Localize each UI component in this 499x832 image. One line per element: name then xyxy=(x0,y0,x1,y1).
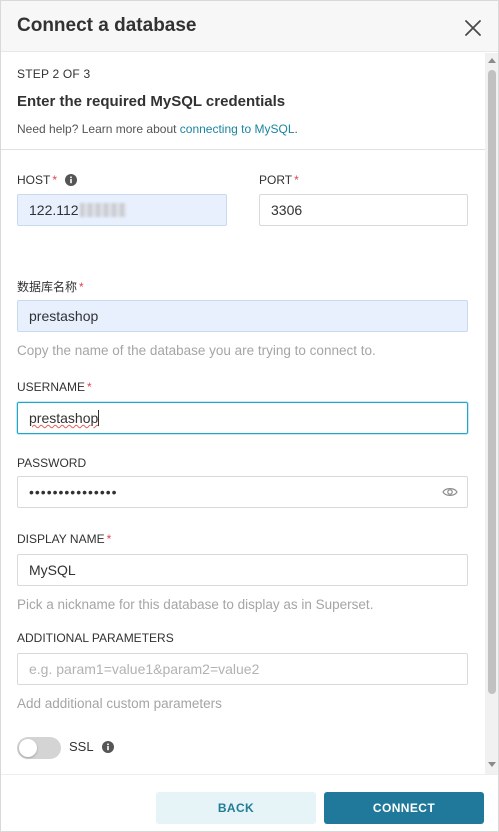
host-input[interactable]: 122.112 xyxy=(17,194,227,226)
display-name-label: DISPLAY NAME * xyxy=(17,532,111,546)
help-link[interactable]: connecting to MySQL xyxy=(180,122,295,136)
scrollbar[interactable] xyxy=(485,53,498,774)
username-label: USERNAME * xyxy=(17,380,92,394)
redacted-host xyxy=(79,203,126,217)
required-marker: * xyxy=(52,173,58,187)
scroll-thumb[interactable] xyxy=(488,70,496,694)
scroll-down-icon[interactable] xyxy=(488,762,496,767)
username-input[interactable]: prestashop xyxy=(17,402,468,434)
connect-database-modal: Connect a database STEP 2 OF 3 Enter the… xyxy=(0,0,499,832)
port-label: PORT * xyxy=(259,173,299,187)
port-input[interactable]: 3306 xyxy=(259,194,468,226)
database-name-hint: Copy the name of the database you are tr… xyxy=(17,343,376,358)
required-marker: * xyxy=(106,532,112,546)
connect-button[interactable]: CONNECT xyxy=(324,792,484,824)
modal-title: Connect a database xyxy=(17,15,197,36)
password-value: ••••••••••••••• xyxy=(29,484,118,500)
username-value: prestashop xyxy=(29,410,99,426)
back-button[interactable]: BACK xyxy=(156,792,316,824)
port-value: 3306 xyxy=(271,202,303,218)
info-icon[interactable] xyxy=(101,741,114,753)
toggle-knob xyxy=(19,739,37,757)
additional-parameters-label: ADDITIONAL PARAMETERS xyxy=(17,631,174,645)
ssl-label-text: SSL xyxy=(69,739,94,754)
additional-parameters-hint: Add additional custom parameters xyxy=(17,696,222,711)
username-label-text: USERNAME xyxy=(17,380,86,394)
modal-body: STEP 2 OF 3 Enter the required MySQL cre… xyxy=(1,53,485,773)
display-name-hint: Pick a nickname for this database to dis… xyxy=(17,597,374,612)
text-cursor xyxy=(98,410,100,426)
step-title: Enter the required MySQL credentials xyxy=(17,93,286,110)
divider xyxy=(1,149,485,150)
password-input[interactable]: ••••••••••••••• xyxy=(17,476,468,508)
host-label-text: HOST xyxy=(17,173,51,187)
required-marker: * xyxy=(87,380,92,394)
port-label-text: PORT xyxy=(259,173,293,187)
database-name-value: prestashop xyxy=(29,308,99,324)
database-name-label: 数据库名称 * xyxy=(17,278,84,295)
help-prefix: Need help? Learn more about xyxy=(17,122,180,136)
password-label: PASSWORD xyxy=(17,456,86,470)
host-value: 122.112 xyxy=(29,202,79,218)
step-indicator: STEP 2 OF 3 xyxy=(17,67,91,81)
ssl-toggle[interactable] xyxy=(17,737,61,759)
required-marker: * xyxy=(294,173,299,187)
additional-parameters-label-text: ADDITIONAL PARAMETERS xyxy=(17,631,174,645)
password-label-text: PASSWORD xyxy=(17,456,87,470)
additional-parameters-input[interactable] xyxy=(17,653,468,685)
display-name-label-text: DISPLAY NAME xyxy=(17,532,105,546)
modal-header: Connect a database xyxy=(1,1,498,52)
required-marker: * xyxy=(79,280,84,294)
ssl-label: SSL xyxy=(69,739,114,754)
close-button[interactable] xyxy=(461,16,485,40)
help-suffix: . xyxy=(294,122,298,136)
info-icon[interactable] xyxy=(65,174,78,186)
database-name-input[interactable]: prestashop xyxy=(17,300,468,332)
close-icon xyxy=(465,20,481,36)
scroll-up-icon[interactable] xyxy=(488,58,496,63)
modal-footer: BACK CONNECT xyxy=(1,774,498,831)
display-name-value: MySQL xyxy=(29,562,76,578)
display-name-input[interactable]: MySQL xyxy=(17,554,468,586)
help-text: Need help? Learn more about connecting t… xyxy=(17,122,298,136)
eye-icon[interactable] xyxy=(442,486,458,498)
database-name-label-text: 数据库名称 xyxy=(17,280,78,294)
host-label: HOST * xyxy=(17,173,78,187)
